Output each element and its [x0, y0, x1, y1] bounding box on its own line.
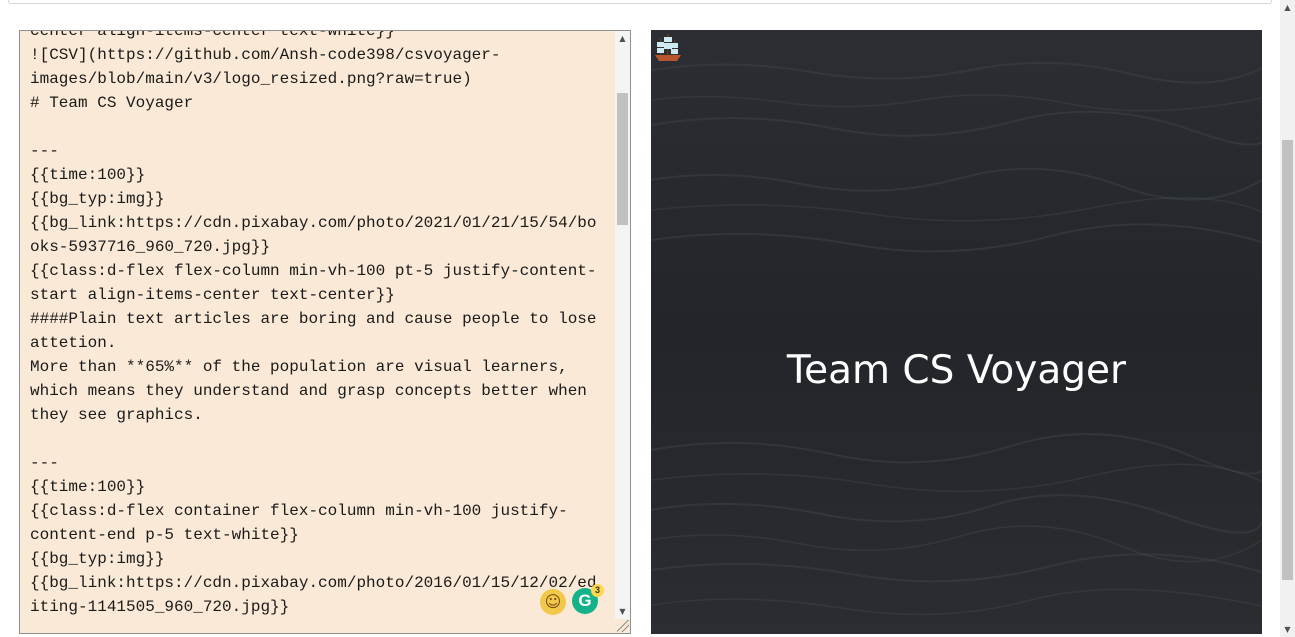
page-scroll-up-icon[interactable]: ▲	[1280, 0, 1295, 15]
grammarly-badge: 3	[591, 584, 604, 597]
grammarly-letter: G	[578, 591, 592, 610]
editor-scroll-thumb[interactable]	[617, 93, 628, 225]
editor-scrollbar[interactable]: ▲ ▼	[615, 31, 630, 619]
page-scroll-down-icon[interactable]: ▼	[1280, 622, 1295, 637]
page-scroll-thumb[interactable]	[1282, 140, 1293, 580]
grammarly-icon[interactable]: G 3	[572, 584, 604, 614]
ship-logo-icon	[655, 34, 681, 61]
emoji-button-icon[interactable]: ☺	[540, 589, 566, 615]
scroll-up-arrow-icon[interactable]: ▲	[615, 31, 630, 46]
slide-preview: Team CS Voyager	[651, 30, 1262, 634]
slide-title: Team CS Voyager	[786, 348, 1127, 393]
editor-text[interactable]: center align-items-center text-white}} !…	[30, 31, 600, 619]
ocean-background	[651, 30, 1262, 634]
scroll-down-arrow-icon[interactable]: ▼	[615, 604, 630, 619]
resize-handle-icon[interactable]	[617, 620, 629, 632]
markdown-editor[interactable]: center align-items-center text-white}} !…	[19, 30, 631, 634]
top-frame	[8, 0, 1272, 4]
page-scrollbar[interactable]: ▲ ▼	[1280, 0, 1295, 637]
